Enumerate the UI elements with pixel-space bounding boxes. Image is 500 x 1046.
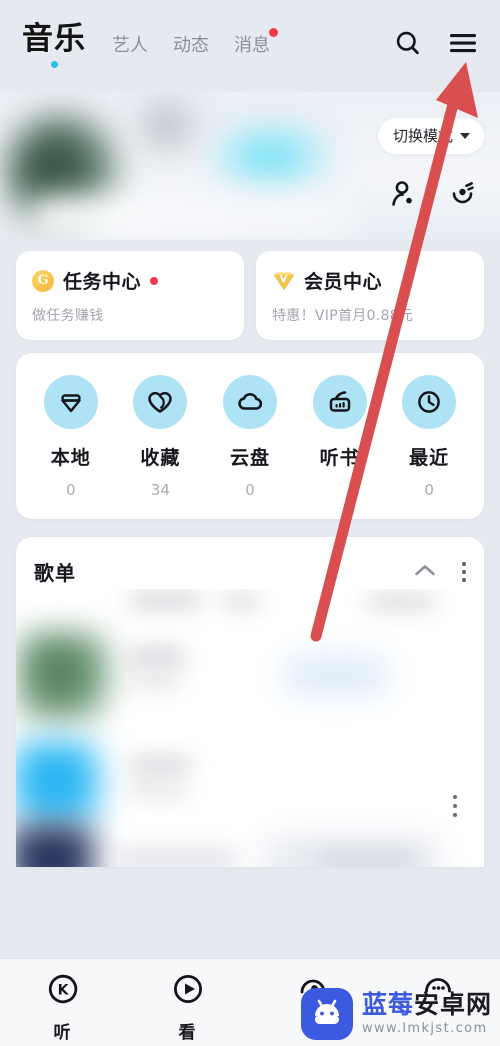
cloud-drive-icon (222, 375, 277, 429)
brand-title: 音乐 (22, 21, 86, 57)
playlist-section: 歌单 (16, 537, 484, 867)
blurred-text (128, 785, 188, 798)
vip-center-title-row: V 会员中心 (272, 267, 470, 294)
blurred-text (128, 757, 192, 773)
switch-mode-label: 切换模式 (392, 127, 453, 145)
playlist-thumbnail[interactable] (18, 631, 110, 723)
heart-favorite-icon (133, 375, 188, 429)
android-robot-icon (300, 988, 353, 1040)
profile-blurred-text (136, 100, 198, 152)
watermark-title: 蓝莓安卓网 (362, 992, 492, 1018)
blurred-text (116, 849, 238, 867)
vip-diamond-icon: V (272, 271, 295, 291)
task-center-subtitle: 做任务赚钱 (32, 308, 104, 324)
tab-activity[interactable]: 动态 (173, 31, 209, 57)
quick-item-local[interactable]: 本地 0 (26, 375, 116, 499)
playlist-title: 歌单 (34, 561, 76, 585)
quick-label-local: 本地 (50, 447, 91, 469)
quick-item-audiobook[interactable]: 听书 · (295, 375, 385, 499)
task-center-card[interactable]: G 任务中心 做任务赚钱 (16, 251, 244, 340)
quick-count-audiobook: · (338, 481, 342, 491)
profile-action-icons (388, 180, 476, 211)
watermark-text: 蓝莓安卓网 www.lmkjst.com (361, 992, 492, 1036)
vip-center-card[interactable]: V 会员中心 特惠！VIP首月0.88元 (256, 251, 484, 340)
vip-center-title: 会员中心 (304, 271, 383, 293)
header-tabs: 艺人 动态 消息 (112, 28, 278, 57)
task-center-notification-dot (150, 276, 159, 285)
blurred-text (366, 595, 436, 609)
task-center-title: 任务中心 (63, 271, 142, 293)
watermark-title-dark: 安卓网 (413, 990, 492, 1020)
tab-messages-label: 消息 (234, 35, 270, 56)
tab-music[interactable]: 音乐 (22, 24, 86, 68)
quick-count-favorites: 34 (150, 481, 170, 499)
watermark-title-blue: 蓝莓 (361, 990, 414, 1020)
download-local-icon (43, 375, 98, 429)
app-header: 音乐 艺人 动态 消息 (0, 0, 500, 92)
quick-access-card: 本地 0 收藏 34 云盘 0 听书 · 最近 0 (16, 353, 484, 519)
playlist-thumbnail[interactable] (16, 824, 96, 867)
chevron-down-icon (460, 132, 470, 139)
hamburger-menu-icon[interactable] (448, 31, 478, 59)
switch-mode-button[interactable]: 切换模式 (377, 118, 484, 154)
quick-label-recent: 最近 (409, 447, 450, 469)
quick-item-recent[interactable]: 最近 0 (384, 375, 474, 499)
nav-label-watch: 看 (178, 1023, 197, 1043)
quick-count-recent: 0 (424, 481, 434, 499)
blurred-text (128, 647, 186, 665)
add-friend-icon[interactable] (388, 180, 415, 211)
playlist-thumbnail[interactable] (16, 739, 102, 831)
playlist-blurred-rows[interactable] (16, 589, 484, 867)
clock-recent-icon (402, 375, 457, 429)
profile-blurred-badge (215, 127, 327, 185)
playlist-row-more-icon[interactable] (453, 795, 457, 817)
task-center-title-row: G 任务中心 (32, 267, 230, 294)
quick-count-local: 0 (66, 481, 76, 499)
nav-item-watch[interactable]: 看 (125, 973, 250, 1043)
quick-label-favorites: 收藏 (140, 447, 181, 469)
quick-item-favorites[interactable]: 收藏 34 (116, 375, 206, 499)
tab-artists[interactable]: 艺人 (112, 31, 148, 57)
blurred-text (128, 593, 202, 609)
vip-center-subtitle: 特惠！VIP首月0.88元 (272, 308, 414, 324)
tab-messages[interactable]: 消息 (234, 28, 278, 57)
tab-artists-label: 艺人 (112, 35, 148, 56)
more-vertical-icon[interactable] (462, 561, 466, 582)
gold-coin-icon: G (32, 269, 54, 292)
svg-text:K: K (57, 983, 69, 999)
profile-blurred-sheen (30, 196, 360, 240)
blurred-text (128, 675, 182, 688)
quick-item-cloud[interactable]: 云盘 0 (205, 375, 295, 499)
profile-banner[interactable]: 切换模式 (0, 92, 500, 240)
chevron-up-icon[interactable] (414, 562, 436, 581)
quick-label-cloud: 云盘 (229, 447, 270, 469)
quick-count-cloud: 0 (245, 481, 255, 499)
play-circle-icon (172, 973, 204, 1009)
scan-check-icon[interactable] (449, 180, 476, 211)
watermark-url: www.lmkjst.com (361, 1020, 488, 1036)
promo-cards-row: G 任务中心 做任务赚钱 V 会员中心 特惠！VIP首月0.88元 (0, 240, 500, 340)
quick-label-audiobook: 听书 (319, 447, 360, 469)
page-scroll-area[interactable]: 切换模式 G 任务中心 做任务赚钱 V 会员中心 特惠！VIP首月0.88元 本… (0, 92, 500, 958)
playlist-header-actions (414, 561, 466, 582)
search-icon[interactable] (394, 29, 422, 61)
karaoke-k-icon: K (47, 973, 79, 1009)
tab-activity-label: 动态 (173, 35, 209, 56)
nav-label-listen: 听 (53, 1023, 72, 1043)
blurred-text (221, 595, 261, 608)
radio-audiobook-icon (312, 375, 367, 429)
header-actions (394, 29, 478, 61)
playlist-header: 歌单 (16, 537, 484, 586)
blurred-tile (284, 655, 388, 695)
vip-letter: V (279, 274, 288, 285)
nav-item-listen[interactable]: K 听 (0, 973, 125, 1043)
blurred-text (316, 851, 416, 867)
active-tab-indicator (50, 61, 58, 68)
site-watermark: 蓝莓安卓网 www.lmkjst.com (300, 988, 492, 1040)
messages-unread-badge (269, 28, 278, 37)
